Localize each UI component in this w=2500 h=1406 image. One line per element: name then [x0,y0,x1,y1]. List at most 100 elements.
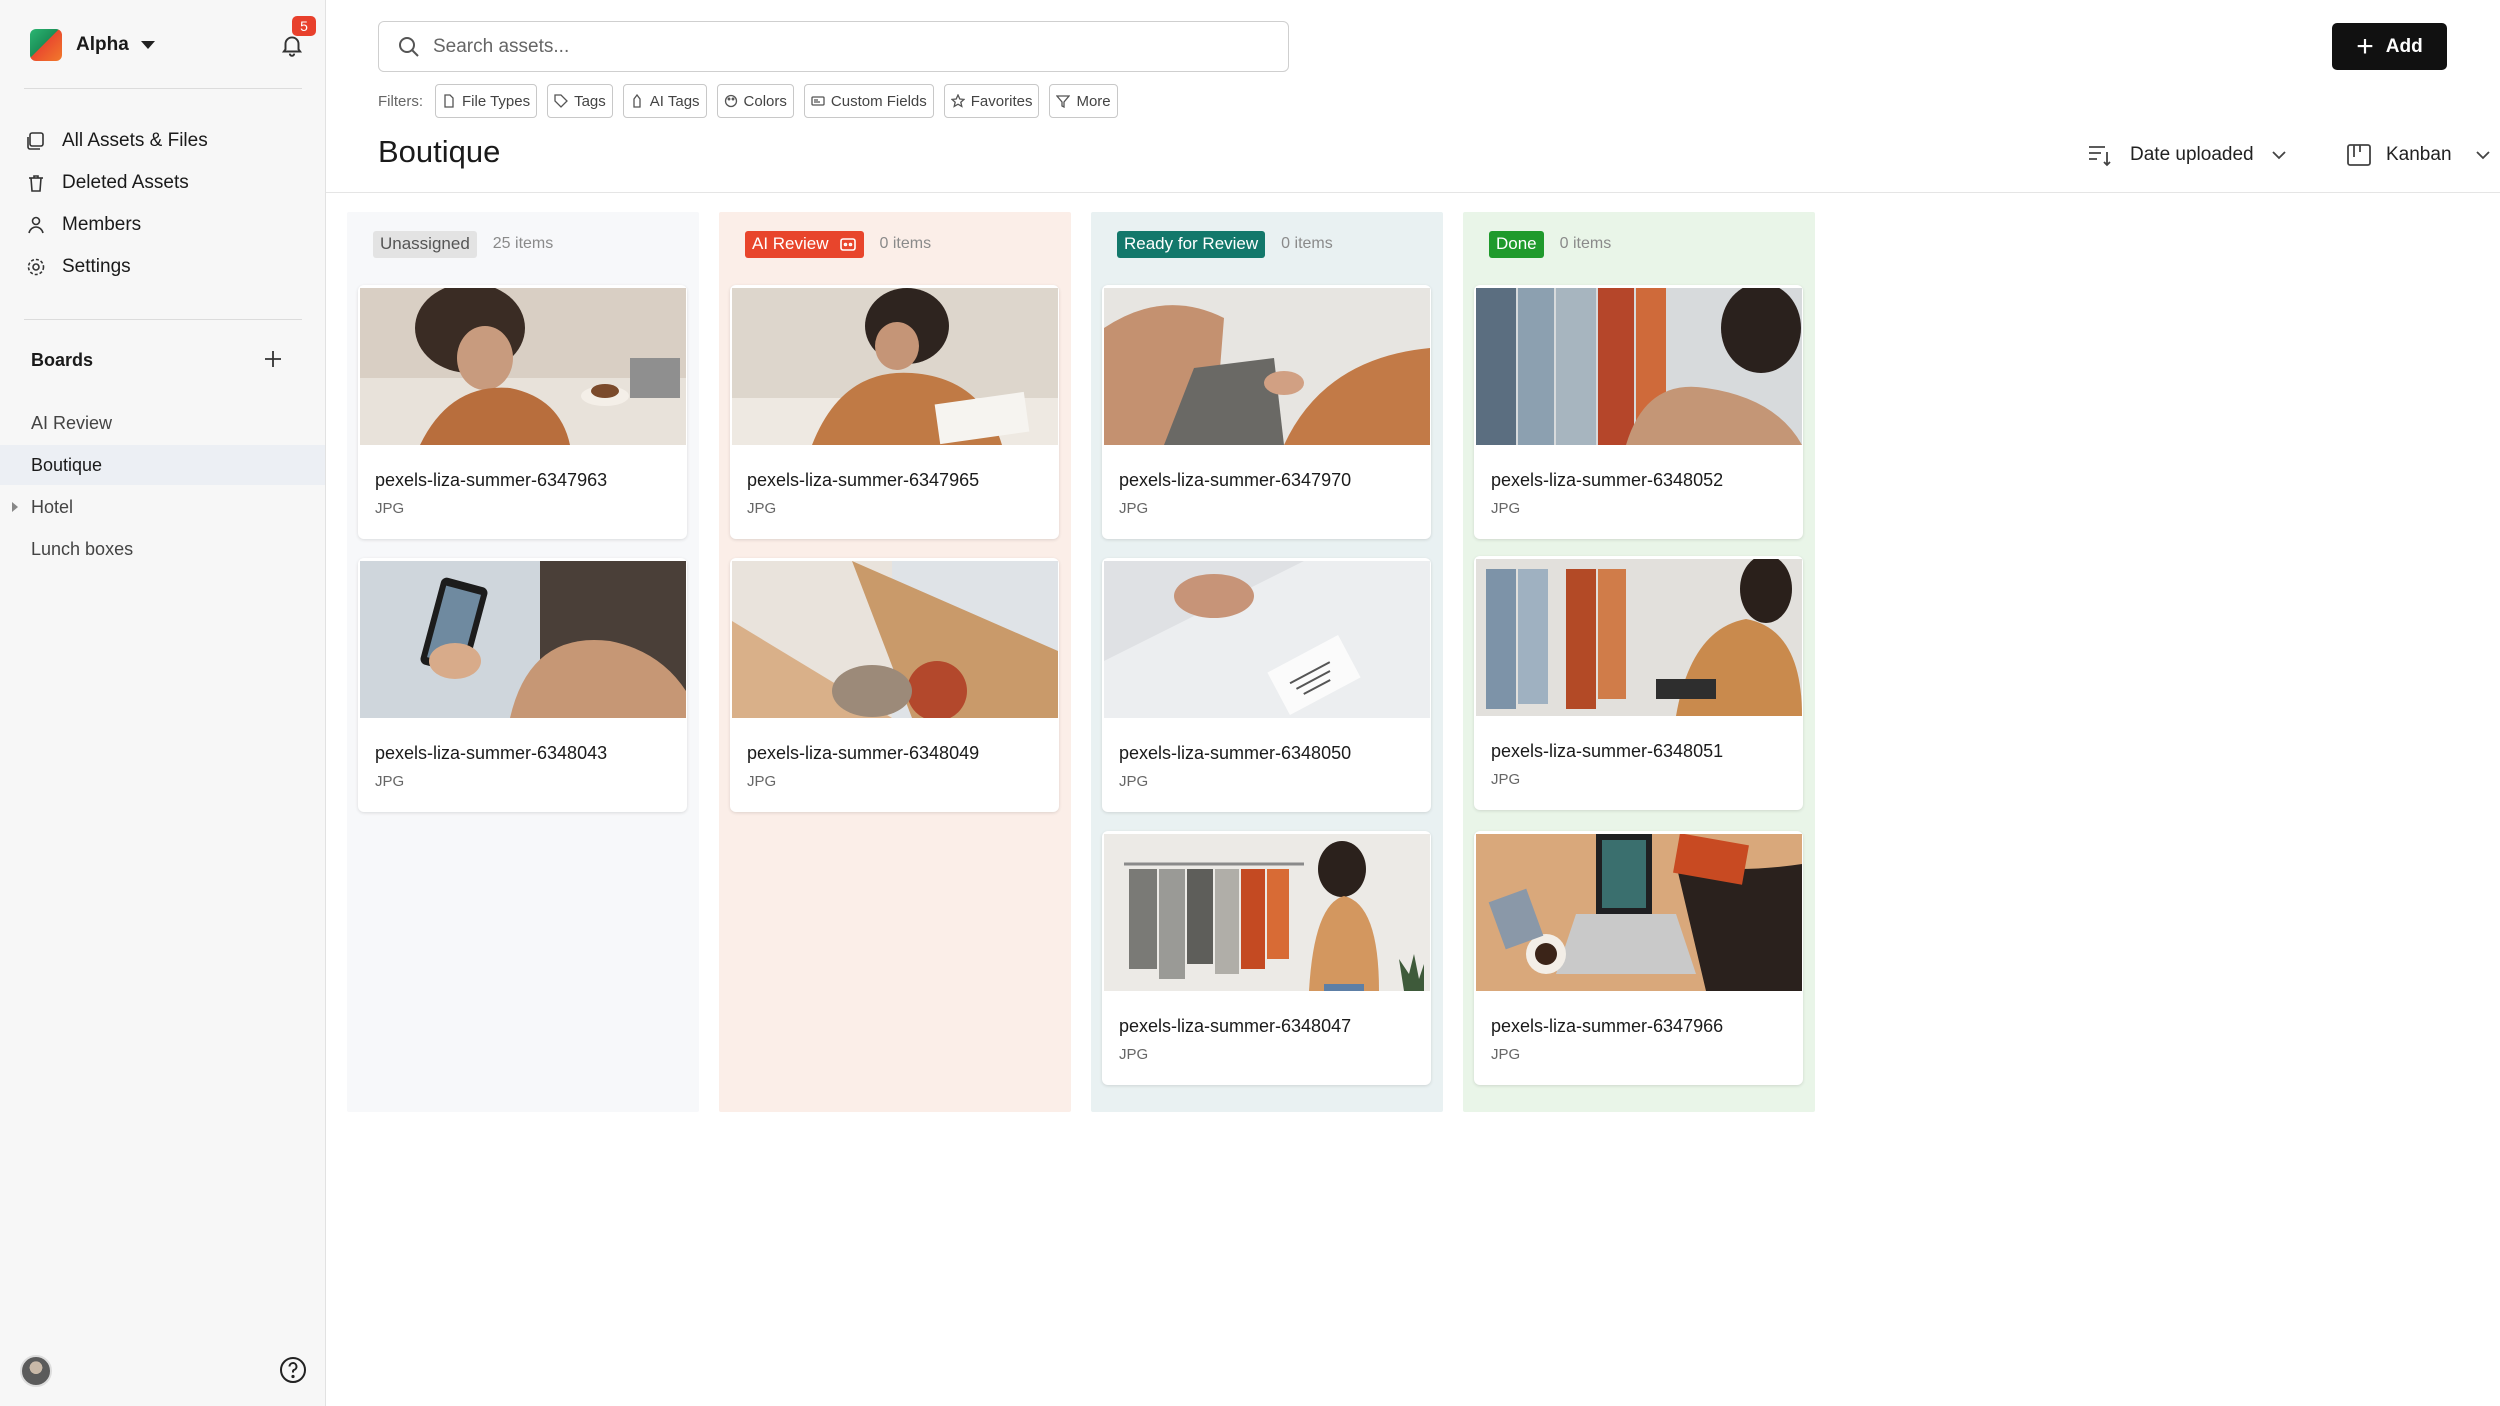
funnel-icon [1056,95,1071,108]
status-label: AI Review [752,234,829,253]
main-content: + Add Filters: File Types Tags AI Tags C… [326,0,2500,1406]
filter-file-types[interactable]: File Types [435,84,538,118]
asset-thumbnail [1475,288,1802,445]
asset-thumbnail [731,288,1058,445]
board-label: Hotel [31,496,74,517]
asset-name: pexels-liza-summer-6348050 [1119,743,1352,763]
board-item-hotel[interactable]: Hotel [0,487,325,527]
asset-card[interactable]: pexels-liza-summer-6347963 JPG [358,285,687,539]
board-item-boutique[interactable]: Boutique [0,445,325,485]
asset-name: pexels-liza-summer-6348043 [375,743,608,763]
filter-label: Favorites [970,92,1033,110]
asset-thumbnail [731,561,1058,718]
help-icon[interactable] [278,1355,308,1385]
asset-card[interactable]: pexels-liza-summer-6347966 JPG [1474,831,1803,1085]
asset-card[interactable]: pexels-liza-summer-6348051 JPG [1474,556,1803,810]
nav-deleted-assets[interactable]: Deleted Assets [26,167,189,199]
asset-card[interactable]: pexels-liza-summer-6348049 JPG [730,558,1059,812]
status-badge: Unassigned [373,230,477,258]
asset-card[interactable]: pexels-liza-summer-6348043 JPG [358,558,687,812]
nav-members[interactable]: Members [26,209,141,241]
asset-card[interactable]: pexels-liza-summer-6348052 JPG [1474,285,1803,539]
asset-name: pexels-liza-summer-6347963 [375,470,608,490]
filter-tags[interactable]: Tags [547,84,613,118]
kanban-column-unassigned: Unassigned 25 items pexels-liza-summer-6… [347,212,699,1112]
notification-badge: 5 [292,16,316,36]
asset-card[interactable]: pexels-liza-summer-6347965 JPG [730,285,1059,539]
search-box[interactable] [378,21,1289,72]
filter-label: More [1076,92,1111,110]
plus-icon: + [2356,29,2374,63]
filter-favorites[interactable]: Favorites [943,84,1040,118]
column-header: Unassigned 25 items [373,230,553,258]
asset-type: JPG [375,500,405,517]
workspace-switcher[interactable]: Alpha [30,28,155,62]
divider [24,319,302,320]
gear-icon [27,258,45,276]
caret-down-icon [140,41,155,49]
search-input[interactable] [433,35,1233,58]
asset-thumbnail [1475,834,1802,991]
asset-card[interactable]: pexels-liza-summer-6347970 JPG [1102,285,1431,539]
item-count: 0 items [1559,235,1612,252]
column-header: Done 0 items [1489,230,1611,258]
palette-icon [724,94,737,108]
filter-bar: Filters: File Types Tags AI Tags Colors … [378,84,1118,118]
ai-tag-icon [633,94,641,108]
nav-settings[interactable]: Settings [26,251,131,283]
asset-thumbnail [1475,559,1802,716]
view-dropdown[interactable]: Kanban [2346,137,2492,173]
asset-thumbnail [1103,288,1430,445]
asset-type: JPG [1119,1046,1149,1063]
filter-label: AI Tags [649,92,700,110]
view-label: Kanban [2386,144,2452,165]
add-button[interactable]: + Add [2332,23,2447,70]
star-icon [950,94,965,108]
board-label: Boutique [31,454,103,475]
status-badge: Ready for Review [1117,230,1266,258]
asset-type: JPG [747,773,777,790]
chevron-down-icon [2475,151,2490,160]
asset-card[interactable]: pexels-liza-summer-6348050 JPG [1102,558,1431,812]
asset-type: JPG [1491,1046,1521,1063]
filter-colors[interactable]: Colors [716,84,794,118]
file-icon [444,94,454,108]
nav-label: Deleted Assets [62,172,189,193]
robot-icon [839,238,856,251]
asset-name: pexels-liza-summer-6348047 [1119,1016,1352,1036]
boards-heading: Boards [31,350,94,370]
nav-label: All Assets & Files [62,130,208,151]
filter-label: Custom Fields [830,92,927,110]
kanban-icon [2347,144,2371,166]
sort-dropdown[interactable]: Date uploaded [2086,137,2288,173]
asset-type: JPG [375,773,405,790]
nav-all-assets[interactable]: All Assets & Files [26,125,208,157]
caret-right-icon[interactable] [12,502,18,512]
asset-type: JPG [747,500,777,517]
chevron-down-icon [2271,151,2286,160]
asset-name: pexels-liza-summer-6348051 [1491,741,1724,761]
avatar[interactable] [20,1355,52,1387]
kanban-column-ready-for-review: Ready for Review 0 items pexels-liza-sum… [1091,212,1443,1112]
board-item-lunch-boxes[interactable]: Lunch boxes [0,529,325,569]
add-board-icon[interactable] [262,348,284,370]
divider [24,88,302,89]
asset-thumbnail [359,561,686,718]
filter-label: Tags [574,92,606,110]
asset-thumbnail [1103,834,1430,991]
asset-thumbnail [359,288,686,445]
filter-custom-fields[interactable]: Custom Fields [803,84,934,118]
status-badge: Done [1489,230,1544,258]
board-item-ai-review[interactable]: AI Review [0,403,325,443]
column-header: Ready for Review 0 items [1117,230,1333,258]
status-badge: AI Review [745,230,864,258]
kanban-column-done: Done 0 items pexels-liza-summer-6348052 … [1463,212,1815,1112]
nav-label: Settings [62,256,131,277]
asset-type: JPG [1491,500,1521,517]
filters-label: Filters: [378,92,423,110]
kanban-column-ai-review: AI Review 0 items pexels-liza-summer-634… [719,212,1071,1112]
asset-card[interactable]: pexels-liza-summer-6348047 JPG [1102,831,1431,1085]
search-icon [399,36,419,57]
filter-more[interactable]: More [1049,84,1118,118]
filter-ai-tags[interactable]: AI Tags [622,84,707,118]
